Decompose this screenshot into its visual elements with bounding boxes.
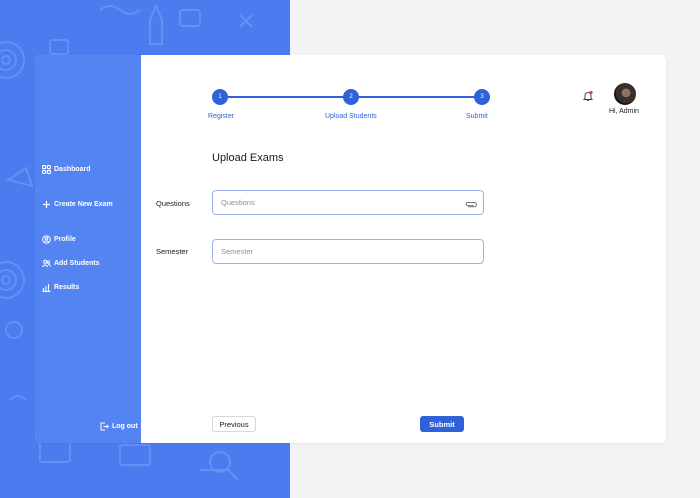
logout-label: Log out <box>112 423 138 430</box>
sidebar-item-add-students[interactable]: Add Students <box>42 259 100 268</box>
notification-bell-icon[interactable] <box>582 89 594 101</box>
user-circle-icon <box>42 235 51 244</box>
sidebar-item-profile[interactable]: Profile <box>42 235 76 244</box>
sidebar-item-label: Add Students <box>54 260 100 267</box>
sidebar: Dashboard Create New Exam Profile Add St… <box>35 55 141 443</box>
sidebar-item-create-new-exam[interactable]: Create New Exam <box>42 200 113 209</box>
step-2-indicator: 2 <box>343 89 359 105</box>
step-1-indicator: 1 <box>212 89 228 105</box>
submit-button[interactable]: Submit <box>420 416 464 432</box>
page-title: Upload Exams <box>212 152 284 164</box>
logout-icon <box>100 422 109 431</box>
avatar[interactable] <box>614 83 636 105</box>
paperclip-icon[interactable] <box>465 198 477 210</box>
plus-icon <box>42 200 51 209</box>
sidebar-item-label: Profile <box>54 236 76 243</box>
semester-label: Semester <box>156 247 189 256</box>
previous-button[interactable]: Previous <box>212 416 256 432</box>
main-card: Dashboard Create New Exam Profile Add St… <box>35 55 666 443</box>
bar-chart-icon <box>42 283 51 292</box>
logout-button[interactable]: Log out <box>100 422 138 431</box>
questions-label: Questions <box>156 199 190 208</box>
semester-input[interactable] <box>212 239 484 264</box>
step-2-label: Upload Students <box>325 113 377 120</box>
sidebar-item-results[interactable]: Results <box>42 283 79 292</box>
sidebar-item-label: Results <box>54 284 80 291</box>
step-3-label: Submit <box>466 113 488 120</box>
users-icon <box>42 259 51 268</box>
sidebar-item-label: Dashboard <box>54 166 91 173</box>
sidebar-item-label: Create New Exam <box>54 201 113 208</box>
step-1-label: Register <box>208 113 235 120</box>
questions-input[interactable] <box>212 190 484 215</box>
sidebar-item-dashboard[interactable]: Dashboard <box>42 165 91 174</box>
grid-icon <box>42 165 51 174</box>
user-greeting: Hi, Admin <box>609 108 639 115</box>
step-3-indicator: 3 <box>474 89 490 105</box>
